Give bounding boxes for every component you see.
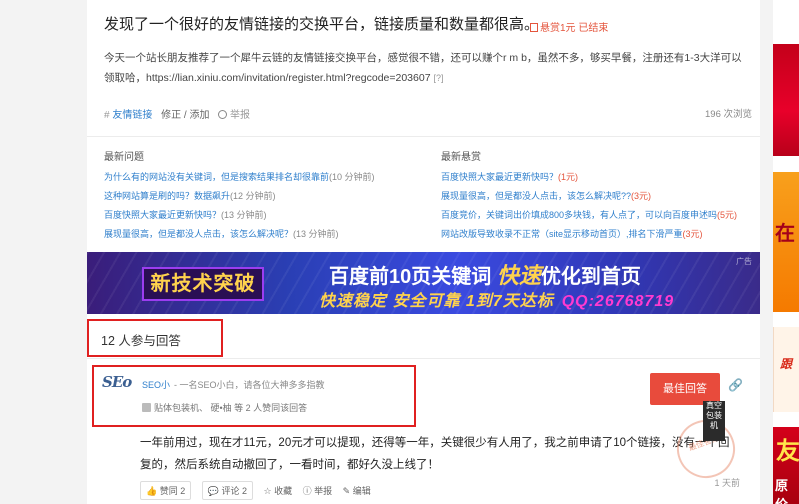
page: 发现了一个很好的友情链接的交换平台，链接质量和数量都很高。 悬赏1元 已结束 今… <box>0 0 799 504</box>
side-ad[interactable] <box>773 44 799 156</box>
latest-questions: 最新问题 为什么有的网站没有关键词，但是搜索结果排名却很靠前(10 分钟前) 这… <box>104 148 375 244</box>
latest-item[interactable]: 为什么有的网站没有关键词，但是搜索结果排名却很靠前(10 分钟前) <box>104 168 375 187</box>
latest-item[interactable]: 这种网站算是刷的吗？数据飙升(12 分钟前) <box>104 187 375 206</box>
report-button[interactable]: ⓘ 举报 <box>303 484 333 497</box>
question-title: 发现了一个很好的友情链接的交换平台，链接质量和数量都很高。 <box>104 16 540 33</box>
latest-item[interactable]: 百度快照大家最近更新快吗？(13 分钟前) <box>104 206 375 225</box>
vote-button[interactable]: 👍 赞同 2 <box>140 481 192 500</box>
bounties-heading: 最新悬赏 <box>441 152 481 163</box>
edit-topic-link[interactable]: 修正 / 添加 <box>161 110 209 121</box>
latest-heading: 最新问题 <box>104 152 144 163</box>
question-body-text: 今天一个站长朋友推荐了一个犀牛云链的友情链接交换平台，感觉很不错，还可以赚个r … <box>104 52 742 84</box>
question-tags: # 友情链接 修正 / 添加 举报 <box>104 106 250 121</box>
comment-button[interactable]: 💬 评论 2 <box>201 481 253 500</box>
bounty-item[interactable]: 展现量很高，但是都没人点击，该怎么解决呢??(3元) <box>441 187 737 206</box>
link-qmark[interactable]: [?] <box>434 73 444 83</box>
latest-item[interactable]: 展现量很高，但是都没人点击，该怎么解决呢？(13 分钟前) <box>104 225 375 244</box>
side-ad[interactable]: 跟 <box>773 327 799 412</box>
question-body: 今天一个站长朋友推荐了一个犀牛云链的友情链接交换平台，感觉很不错，还可以赚个r … <box>104 48 752 88</box>
side-ad[interactable]: 友原价 <box>773 427 799 504</box>
banner-badge: 新技术突破 <box>142 267 264 301</box>
hash-icon: # <box>104 110 110 121</box>
tooltip: 真空包装机 <box>703 401 725 441</box>
report-link[interactable]: 举报 <box>230 110 250 121</box>
favorite-button[interactable]: ☆ 收藏 <box>264 484 293 497</box>
bounty-icon <box>530 23 538 32</box>
question-panel: 发现了一个很好的友情链接的交换平台，链接质量和数量都很高。 悬赏1元 已结束 今… <box>87 0 760 504</box>
side-ad[interactable]: 在 <box>773 172 799 312</box>
banner-ad-tag: 广告 <box>736 257 752 266</box>
bounty-item[interactable]: 百度快照大家最近更新快吗？(1元) <box>441 168 737 187</box>
banner-subline: 快速稳定 安全可靠 1到7天达标 QQ:26768719 <box>319 293 675 310</box>
bounty-item[interactable]: 百度竞价，关键词出价填成800多块钱，有人点了，可以向百度申述吗(5元) <box>441 206 737 225</box>
bounty-item[interactable]: 网站改版导致收录不正常（site显示移动首页）,排名下滑严重(3元) <box>441 225 737 244</box>
report-icon <box>218 110 228 119</box>
highlight-box-count <box>87 319 223 357</box>
bounty-label: 悬赏1元 已结束 <box>540 23 609 34</box>
divider <box>87 136 760 137</box>
latest-bounties: 最新悬赏 百度快照大家最近更新快吗？(1元) 展现量很高，但是都没人点击，该怎么… <box>441 148 737 244</box>
banner-headline: 百度前10页关键词 快速优化到首页 <box>329 263 641 288</box>
bounty-badge: 悬赏1元 已结束 <box>530 19 608 34</box>
edit-button[interactable]: ✎ 编辑 <box>343 484 371 497</box>
highlight-box-author <box>92 365 416 427</box>
link-icon[interactable]: 🔗 <box>728 378 743 392</box>
ad-banner[interactable]: 新技术突破 百度前10页关键词 快速优化到首页 快速稳定 安全可靠 1到7天达标… <box>87 252 760 314</box>
answer-time: 1 天前 <box>714 478 740 488</box>
topic-tag[interactable]: 友情链接 <box>112 110 152 121</box>
answer-actions: 👍 赞同 2 💬 评论 2 ☆ 收藏 ⓘ 举报 ✎ 编辑 <box>140 481 379 500</box>
answer-body: 一年前用过，现在才11元，20元才可以提现，还得等一年，关键很少有人用了，我之前… <box>140 437 730 471</box>
view-count: 196 次浏览 <box>705 109 752 120</box>
divider <box>87 358 760 359</box>
